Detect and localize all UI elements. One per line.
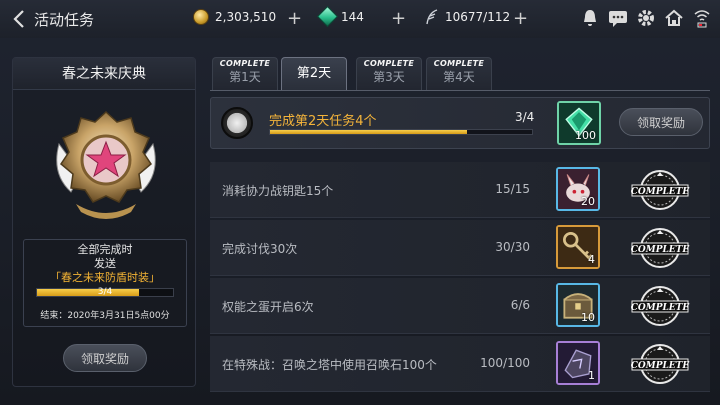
tab-label: 第1天 bbox=[229, 70, 261, 84]
reward-qty: 4 bbox=[588, 253, 595, 266]
reward-slot[interactable]: 20 bbox=[556, 167, 600, 211]
gold-resource: 2,303,510 bbox=[193, 9, 276, 25]
tab-complete-badge: COMPLETE bbox=[219, 59, 271, 68]
event-end-time: 结束：2020年3月31日5点00分 bbox=[40, 311, 170, 321]
complete-stamp-text: COMPLETE bbox=[631, 303, 690, 313]
tab-label: 第2天 bbox=[296, 66, 332, 81]
add-gold-button[interactable]: + bbox=[287, 8, 302, 29]
reward-slot[interactable]: 10 bbox=[556, 283, 600, 327]
reward-name: 「春之未来防盾时装」 bbox=[50, 271, 160, 284]
task-label: 完成讨伐30次 bbox=[222, 242, 298, 256]
top-bar: 活动任务 2,303,510 + 144 + 10677/112 + bbox=[0, 0, 720, 38]
tab-day-1[interactable]: COMPLETE 第1天 bbox=[212, 57, 278, 90]
reward-slot[interactable]: 100 bbox=[557, 101, 601, 145]
tab-day-2[interactable]: 第2天 bbox=[281, 57, 347, 90]
event-progress-text: 3/4 bbox=[97, 287, 113, 297]
complete-stamp-text: COMPLETE bbox=[631, 361, 690, 371]
scroll-icon bbox=[221, 107, 253, 139]
complete-stamp-text: COMPLETE bbox=[631, 245, 690, 255]
bell-icon[interactable] bbox=[580, 8, 600, 28]
wifi-battery-icon bbox=[692, 8, 712, 28]
add-gem-button[interactable]: + bbox=[391, 8, 406, 29]
task-count: 6/6 bbox=[510, 298, 530, 312]
reward-condition-text: 全部完成时 bbox=[77, 243, 133, 256]
reward-qty: 100 bbox=[575, 129, 596, 142]
reward-qty: 20 bbox=[581, 195, 595, 208]
task-count: 15/15 bbox=[495, 182, 530, 196]
gem-amount: 144 bbox=[341, 9, 364, 24]
task-count: 100/100 bbox=[480, 356, 530, 370]
main-task-progress-bar bbox=[269, 129, 533, 135]
task-row: 完成讨伐30次 30/30 4 COMPLETE bbox=[210, 220, 710, 276]
main-task-label: 完成第2天任务4个 bbox=[269, 114, 377, 129]
complete-stamp-text: COMPLETE bbox=[631, 187, 690, 197]
tab-label: 第3天 bbox=[373, 70, 405, 84]
add-stamina-button[interactable]: + bbox=[513, 8, 528, 29]
main-claim-button[interactable]: 领取奖励 bbox=[619, 108, 703, 136]
home-icon[interactable] bbox=[664, 8, 684, 28]
complete-stamp-icon: COMPLETE bbox=[631, 228, 690, 268]
task-row: 在特殊战：召唤之塔中使用召唤石100个 100/100 1 COMPLETE bbox=[210, 336, 710, 392]
complete-stamp-icon: COMPLETE bbox=[631, 344, 690, 384]
tab-complete-badge: COMPLETE bbox=[433, 59, 485, 68]
complete-stamp-icon: COMPLETE bbox=[631, 286, 690, 326]
tab-complete-badge: COMPLETE bbox=[363, 59, 415, 68]
reward-send-text: 发送 bbox=[94, 257, 116, 270]
gem-icon bbox=[316, 5, 339, 28]
tab-divider bbox=[210, 90, 710, 91]
task-count: 30/30 bbox=[495, 240, 530, 254]
reward-info-box: 全部完成时 发送 「春之未来防盾时装」 3/4 结束：2020年3月31日5点0… bbox=[23, 239, 187, 327]
feather-icon bbox=[426, 9, 438, 25]
complete-stamp-icon: COMPLETE bbox=[631, 170, 690, 210]
reward-slot[interactable]: 1 bbox=[556, 341, 600, 385]
chat-icon[interactable] bbox=[608, 8, 628, 28]
back-icon[interactable] bbox=[10, 8, 30, 30]
task-row: 消耗协力战钥匙15个 15/15 20 COMPLETE bbox=[210, 162, 710, 218]
task-label: 权能之蛋开启6次 bbox=[222, 300, 314, 314]
task-row: 权能之蛋开启6次 6/6 10 COMPLETE bbox=[210, 278, 710, 334]
gear-icon[interactable] bbox=[636, 8, 656, 28]
gold-amount: 2,303,510 bbox=[215, 10, 277, 24]
reward-slot[interactable]: 4 bbox=[556, 225, 600, 269]
event-title: 春之未来庆典 bbox=[13, 58, 195, 90]
stamina-resource: 10677/112 bbox=[425, 9, 510, 25]
event-claim-button[interactable]: 领取奖励 bbox=[63, 344, 147, 372]
stamina-amount: 10677/112 bbox=[445, 10, 511, 24]
task-label: 在特殊战：召唤之塔中使用召唤石100个 bbox=[222, 358, 437, 372]
main-task-progress-fill bbox=[270, 130, 467, 134]
tab-label: 第4天 bbox=[443, 70, 475, 84]
reward-qty: 10 bbox=[581, 311, 595, 324]
page-title: 活动任务 bbox=[34, 11, 95, 29]
event-reward-panel: 春之未来庆典 全部完成时 发送 「春之未来防盾时装」 3/4 结束：2020年3… bbox=[12, 57, 196, 387]
gold-coin-icon bbox=[193, 9, 209, 25]
tab-day-4[interactable]: COMPLETE 第4天 bbox=[426, 57, 492, 90]
main-task-row: 完成第2天任务4个 3/4 100 领取奖励 bbox=[210, 97, 710, 149]
top-icons bbox=[580, 8, 712, 28]
tab-day-3[interactable]: COMPLETE 第3天 bbox=[356, 57, 422, 90]
main-task-count: 3/4 bbox=[515, 110, 535, 124]
task-label: 消耗协力战钥匙15个 bbox=[222, 184, 334, 198]
reward-qty: 1 bbox=[588, 369, 595, 382]
event-emblem-icon bbox=[56, 110, 156, 219]
gem-resource: 144 bbox=[316, 5, 364, 28]
event-progress-bar: 3/4 bbox=[36, 287, 174, 297]
